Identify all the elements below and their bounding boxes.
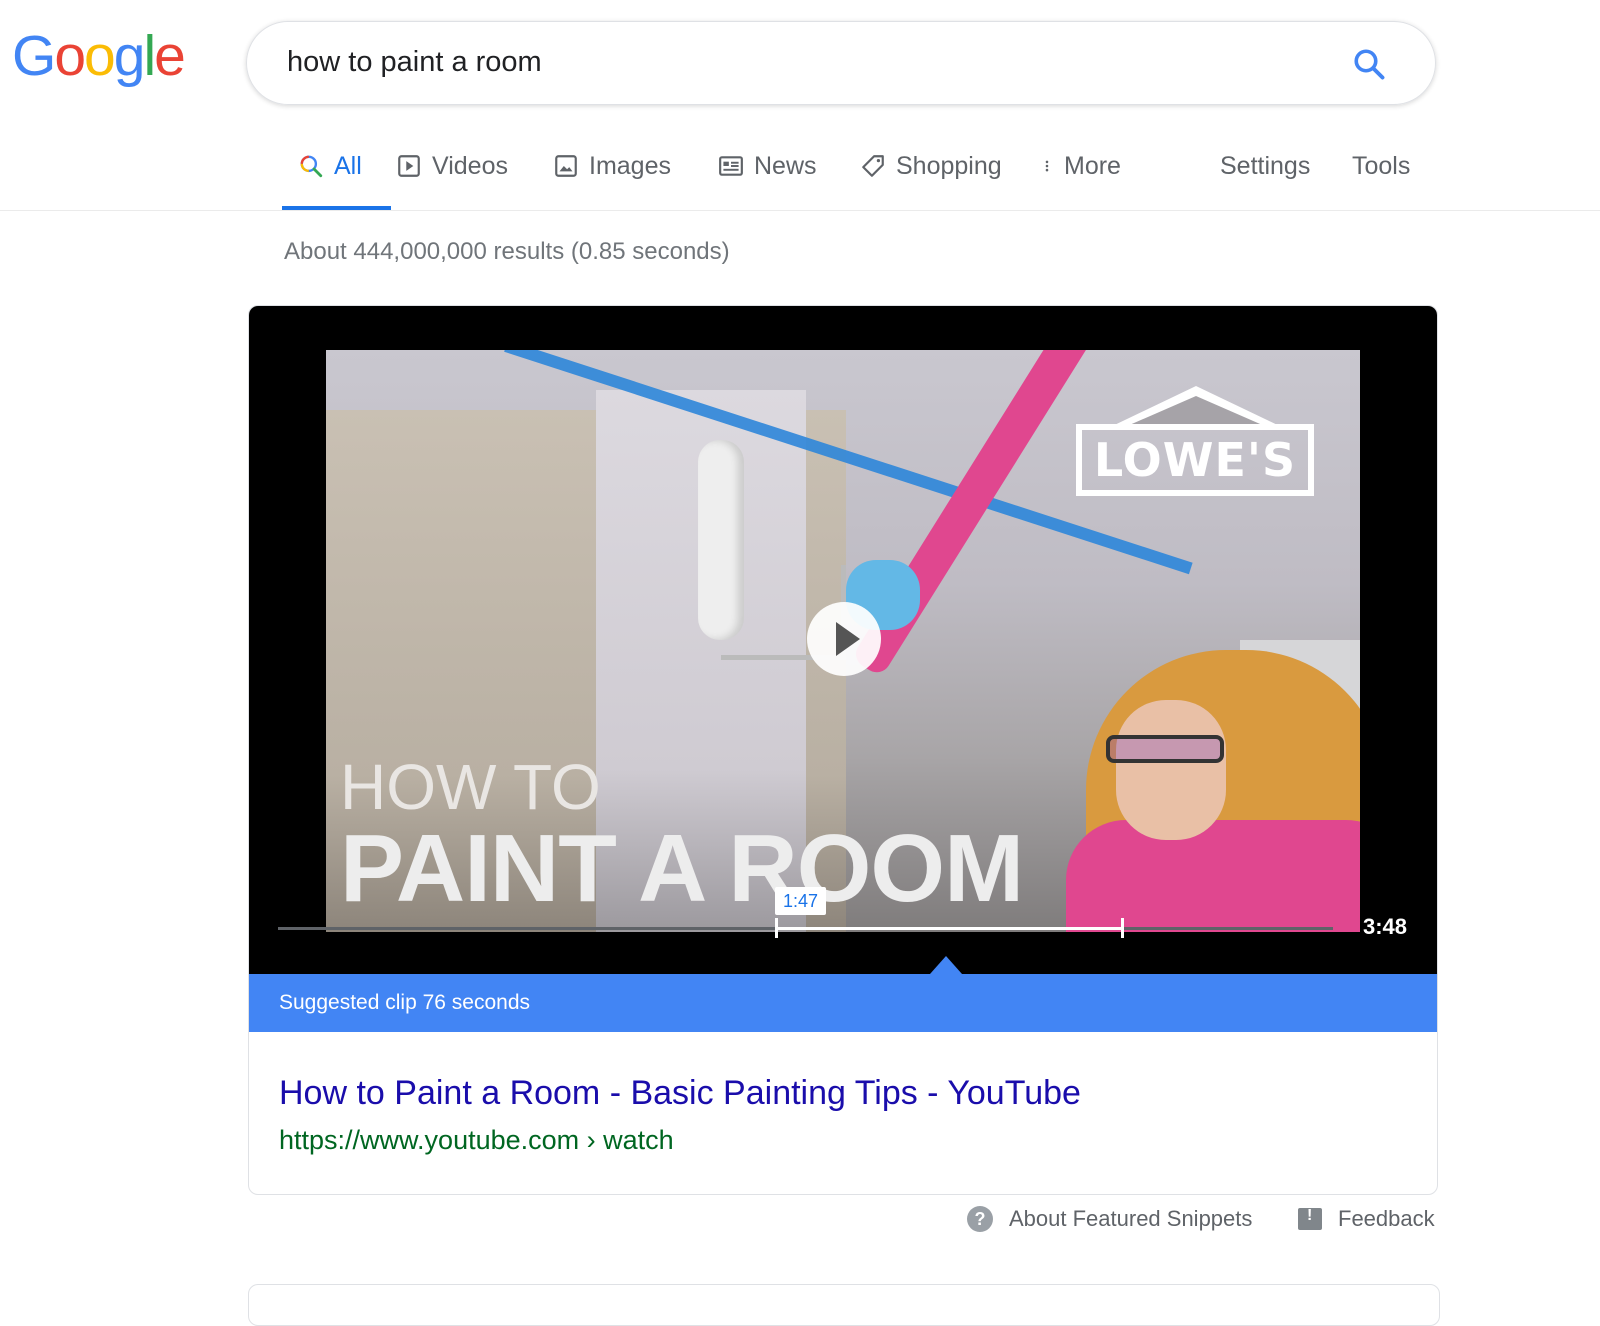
tab-label: More [1064, 152, 1121, 180]
tab-news[interactable]: News [718, 146, 817, 210]
logo-letter: o [84, 24, 116, 88]
feedback-label: Feedback [1338, 1206, 1435, 1231]
suggested-clip-banner: Suggested clip 76 seconds [249, 974, 1437, 1032]
play-button[interactable] [807, 602, 881, 676]
tab-images[interactable]: Images [553, 146, 671, 210]
tab-label: Videos [432, 152, 508, 180]
clip-start-time: 1:47 [775, 887, 827, 915]
settings-label: Settings [1220, 152, 1311, 180]
overlay-title-line2: PAINT A ROOM [340, 815, 1024, 922]
tools-link[interactable]: Tools [1352, 146, 1410, 210]
feedback-icon [1298, 1207, 1322, 1230]
tools-label: Tools [1352, 152, 1411, 180]
shirt-shape [1066, 820, 1360, 932]
result-url[interactable]: https://www.youtube.com › watch [279, 1125, 674, 1156]
video-player[interactable]: LOWE'S HOW TO PAINT A ROOM 1:47 3:48 [249, 306, 1437, 974]
logo-letter: G [12, 24, 56, 88]
tag-icon [862, 155, 884, 177]
clip-pointer [930, 956, 962, 974]
about-featured-snippets-link[interactable]: ? About Featured Snippets [967, 1206, 1252, 1232]
suggested-clip-range[interactable] [775, 927, 1124, 930]
search-icon [300, 155, 323, 178]
glasses-shape [1106, 735, 1224, 763]
news-icon [719, 156, 743, 176]
brand-logo: LOWE'S [1076, 424, 1314, 496]
tab-videos[interactable]: Videos [396, 146, 508, 210]
suggested-clip-text: Suggested clip 76 seconds [279, 991, 531, 1014]
featured-snippet-card: LOWE'S HOW TO PAINT A ROOM 1:47 3:48 Sug… [248, 305, 1438, 1195]
header-divider [0, 210, 1600, 211]
logo-letter: l [143, 24, 156, 88]
tab-label: Shopping [896, 152, 1002, 180]
search-input[interactable]: how to paint a room [287, 46, 542, 79]
paint-roller-shape [698, 440, 744, 640]
tab-shopping[interactable]: Shopping [860, 146, 1002, 210]
search-box[interactable]: how to paint a room [246, 21, 1436, 105]
google-logo[interactable]: Google [12, 24, 186, 88]
next-result-card [248, 1284, 1440, 1326]
search-icon[interactable] [1351, 46, 1387, 82]
play-box-icon [398, 155, 420, 177]
tab-label: Images [589, 152, 671, 180]
clip-end-marker [1121, 918, 1124, 938]
logo-letter: g [113, 24, 146, 88]
image-icon [555, 155, 577, 177]
overlay-title-line1: HOW TO [340, 751, 601, 823]
vertical-dots-icon [1045, 160, 1049, 172]
tab-all[interactable]: All [282, 146, 391, 210]
tab-more[interactable]: More [1040, 146, 1121, 210]
face-shape [1116, 700, 1226, 840]
help-icon: ? [967, 1206, 993, 1232]
about-featured-snippets-label: About Featured Snippets [1009, 1206, 1253, 1231]
video-duration: 3:48 [1362, 914, 1407, 939]
feedback-link[interactable]: Feedback [1298, 1206, 1435, 1232]
logo-letter: o [54, 24, 86, 88]
result-title-link[interactable]: How to Paint a Room - Basic Painting Tip… [279, 1074, 1081, 1113]
settings-link[interactable]: Settings [1220, 146, 1310, 210]
logo-letter: e [154, 24, 186, 88]
clip-start-marker [775, 918, 778, 938]
result-stats: About 444,000,000 results (0.85 seconds) [284, 238, 730, 265]
tab-label: All [334, 152, 362, 180]
search-tabs: All Videos Images News Shopping More Set… [266, 146, 1466, 210]
tab-label: News [754, 152, 817, 180]
